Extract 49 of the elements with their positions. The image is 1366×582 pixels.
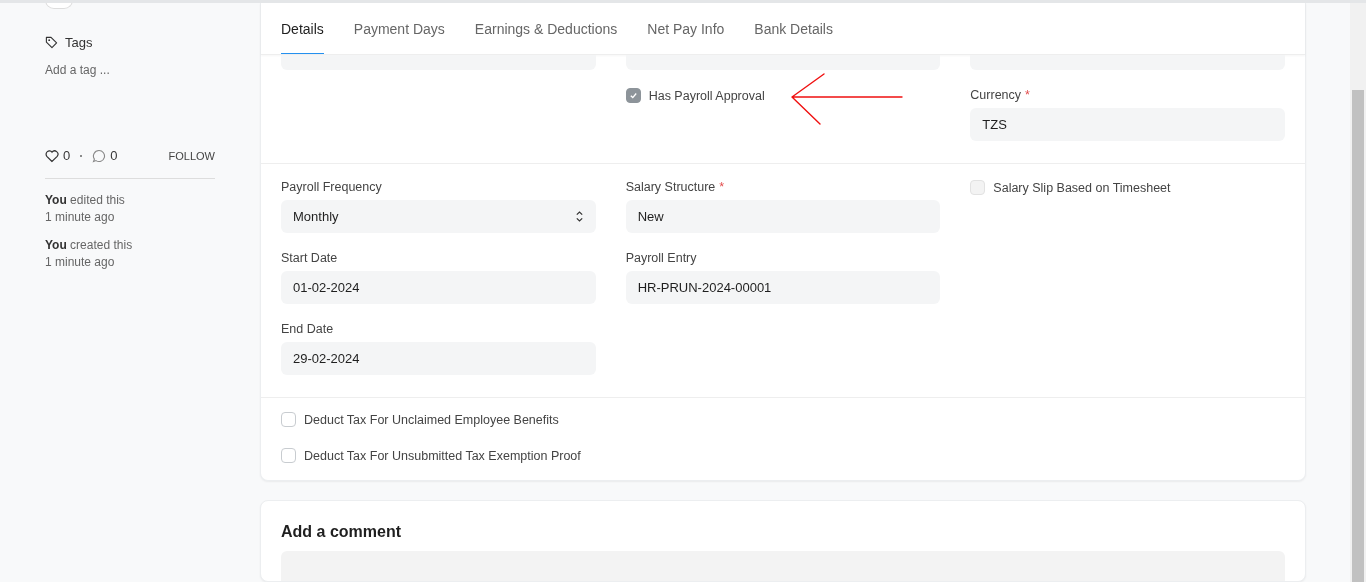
checkbox[interactable]: [281, 448, 296, 463]
field-value: Monthly: [293, 209, 339, 224]
tab[interactable]: Payment Days: [353, 3, 445, 54]
like-count: 0: [63, 148, 71, 163]
field-value: 29-02-2024: [293, 351, 360, 366]
input-field[interactable]: 29-02-2024: [281, 342, 596, 375]
comment-title: Add a comment: [281, 523, 401, 541]
select-field[interactable]: Monthly: [281, 200, 596, 233]
activity-time: 1 minute ago: [45, 210, 115, 224]
checkbox-label: Deduct Tax For Unclaimed Employee Benefits: [304, 412, 559, 427]
field-label: Payroll Entry: [625, 251, 697, 265]
add-tag-link[interactable]: Add a tag ...: [45, 63, 110, 77]
field-value: HR-PRUN-2024-00001: [637, 280, 772, 295]
tab[interactable]: Earnings & Deductions: [474, 3, 618, 54]
field-value: 01-02-2024: [293, 280, 360, 295]
field-label: Salary Structure: [625, 180, 716, 194]
scrollbar-thumb[interactable]: [1352, 90, 1364, 582]
input-field[interactable]: 01-02-2024: [281, 271, 596, 304]
tab[interactable]: Details: [281, 3, 324, 54]
tag-icon: [45, 36, 58, 49]
required-mark: *: [719, 180, 725, 194]
check-icon: [628, 91, 638, 100]
follow-link[interactable]: FOLLOW: [168, 149, 215, 162]
field-label: End Date: [281, 322, 334, 336]
updown-icon: [574, 210, 584, 223]
comment-icon[interactable]: [92, 148, 107, 163]
heart-icon[interactable]: [45, 148, 59, 163]
checkbox[interactable]: [625, 88, 641, 103]
field-label: Start Date: [281, 251, 338, 265]
field-label: Currency: [970, 88, 1022, 102]
input-field[interactable]: New: [625, 200, 941, 233]
field-value: TZS: [982, 117, 1007, 132]
input-field[interactable]: HR-PRUN-2024-00001: [625, 271, 941, 304]
checkbox-label: Has Payroll Approval: [648, 88, 765, 103]
required-mark: *: [1025, 88, 1030, 102]
comment-count: 0: [110, 148, 118, 163]
tags-label: Tags: [65, 35, 93, 50]
checkbox[interactable]: [281, 412, 296, 427]
tab[interactable]: Net Pay Info: [647, 3, 725, 54]
tab[interactable]: Bank Details: [754, 3, 833, 54]
input-field[interactable]: TZS: [970, 108, 1285, 141]
activity-time: 1 minute ago: [45, 255, 115, 269]
checkbox-label: Deduct Tax For Unsubmitted Tax Exemption Proof: [304, 448, 581, 463]
checkbox-label: Salary Slip Based on Timesheet: [993, 180, 1171, 195]
field-value: New: [637, 209, 664, 224]
activity-text: You created this: [45, 238, 133, 252]
input-field[interactable]: [281, 55, 596, 70]
field-label: Payroll Frequency: [281, 180, 382, 194]
activity-text: You edited this: [45, 193, 125, 207]
